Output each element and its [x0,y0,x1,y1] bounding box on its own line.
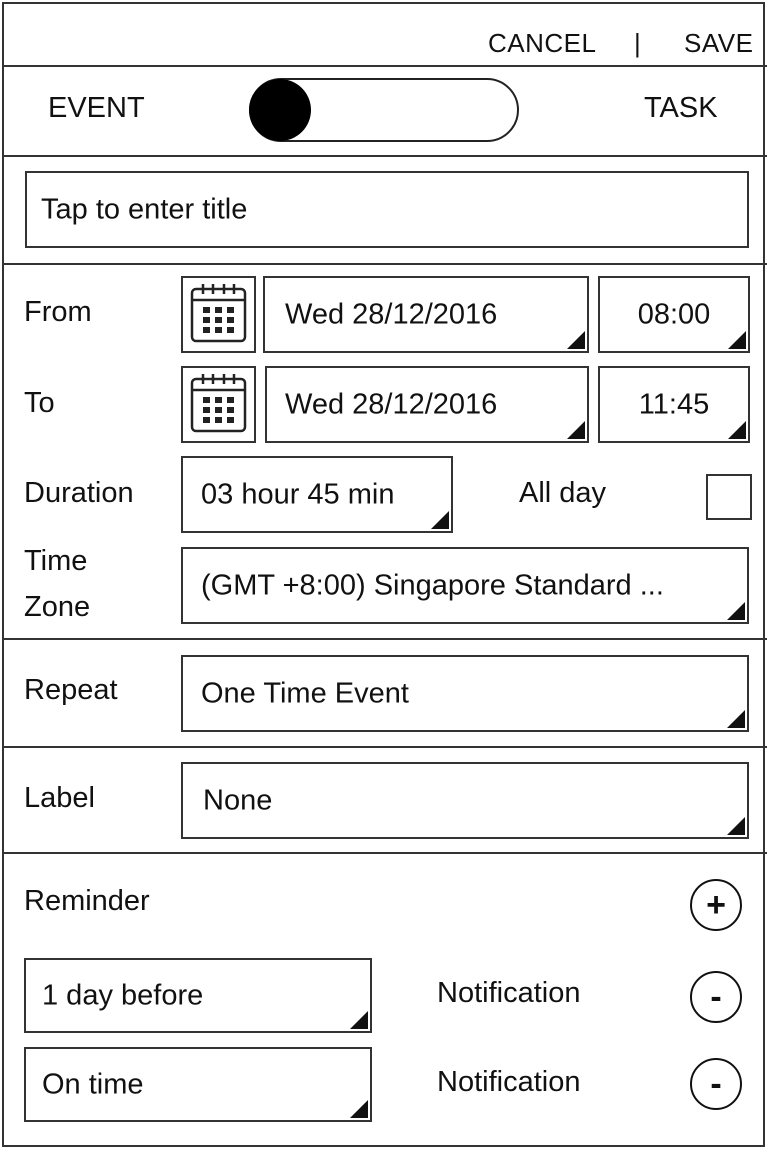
task-option-label[interactable]: TASK [644,92,718,125]
timezone-field[interactable]: (GMT +8:00) Singapore Standard ... [181,547,749,624]
dropdown-corner-icon [728,331,746,349]
from-calendar-button[interactable] [181,276,256,353]
title-placeholder: Tap to enter title [41,193,248,225]
divider [2,263,767,265]
to-time-value: 11:45 [638,388,710,420]
repeat-value: One Time Event [201,677,409,709]
to-label: To [24,387,55,419]
reminder-when-value: 1 day before [42,979,204,1011]
calendar-icon [190,374,247,433]
plus-circle-icon: + [706,886,726,924]
dropdown-corner-icon [728,421,746,439]
reminder-when-value: On time [42,1068,144,1100]
all-day-checkbox[interactable] [706,474,752,520]
add-reminder-button[interactable]: + [690,879,742,931]
dropdown-corner-icon [431,511,449,529]
dropdown-corner-icon [727,710,745,728]
label-field[interactable]: None [181,762,749,839]
repeat-field[interactable]: One Time Event [181,655,749,732]
to-date-value: Wed 28/12/2016 [285,388,498,420]
remove-reminder-button[interactable]: - [690,971,742,1023]
toggle-track [249,78,519,142]
calendar-icon [190,284,247,343]
minus-circle-icon: - [710,978,722,1016]
to-date-field[interactable]: Wed 28/12/2016 [265,366,589,443]
duration-label: Duration [24,477,134,509]
divider [2,746,767,748]
dropdown-corner-icon [350,1011,368,1029]
reminder-type-label: Notification [437,1066,581,1098]
divider [2,852,767,854]
title-input[interactable]: Tap to enter title [25,171,749,248]
divider [2,65,767,67]
dropdown-corner-icon [350,1100,368,1118]
label-value: None [203,784,273,816]
timezone-value: (GMT +8:00) Singapore Standard ... [201,569,664,601]
to-time-field[interactable]: 11:45 [598,366,750,443]
event-task-toggle[interactable] [248,77,520,143]
dropdown-corner-icon [567,421,585,439]
dropdown-corner-icon [567,331,585,349]
divider [2,155,767,157]
timezone-label-line1: Time [24,545,88,577]
remove-reminder-button[interactable]: - [690,1058,742,1110]
dropdown-corner-icon [727,602,745,620]
event-option-label[interactable]: EVENT [48,92,145,125]
toggle-knob [249,79,311,141]
reminder-when-field[interactable]: On time [24,1047,372,1122]
duration-field[interactable]: 03 hour 45 min [181,456,453,533]
timezone-label-line2: Zone [24,591,91,623]
header-separator: | [634,28,642,58]
from-time-value: 08:00 [637,298,711,330]
reminder-when-field[interactable]: 1 day before [24,958,372,1033]
from-time-field[interactable]: 08:00 [598,276,750,353]
save-button[interactable]: SAVE [684,28,753,59]
minus-circle-icon: - [710,1065,722,1103]
repeat-label: Repeat [24,674,118,706]
cancel-button[interactable]: CANCEL [488,28,596,59]
dropdown-corner-icon [727,817,745,835]
divider [2,638,767,640]
duration-value: 03 hour 45 min [201,478,395,510]
all-day-label: All day [519,477,607,509]
reminder-label: Reminder [24,885,150,917]
to-calendar-button[interactable] [181,366,256,443]
label-label: Label [24,782,95,814]
from-label: From [24,296,92,328]
from-date-field[interactable]: Wed 28/12/2016 [263,276,589,353]
reminder-type-label: Notification [437,977,581,1009]
from-date-value: Wed 28/12/2016 [285,298,498,330]
